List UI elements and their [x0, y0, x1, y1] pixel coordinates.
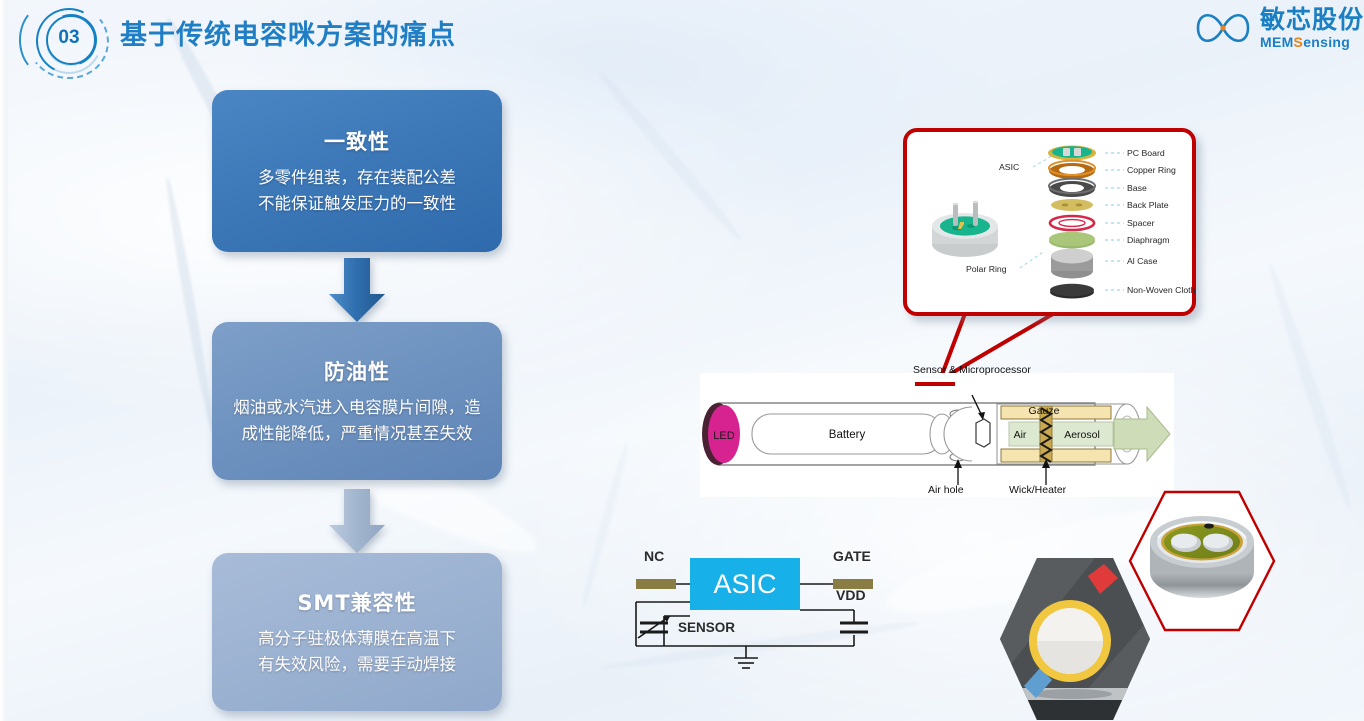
stack-label-pc-board: PC Board: [1127, 148, 1165, 158]
card-2-line-2: 成性能降低，严重情况甚至失效: [241, 423, 473, 443]
logo-en-part1: MEM: [1259, 34, 1294, 50]
background-vein: [1264, 260, 1356, 512]
background-vein: [594, 67, 746, 245]
stack-label-copper-ring: Copper Ring: [1127, 165, 1176, 175]
ecigarette-schematic: LED Gauze Air Aerosol Battery: [702, 394, 1171, 485]
card-2-line-1: 烟油或水汽进入电容膜片间隙，造: [233, 397, 481, 417]
asic-chip: ASIC: [690, 558, 800, 610]
ecig-label-sensor: Sensor & Microprocessor: [913, 364, 1031, 376]
logo-english-name: MEMSensing: [1260, 35, 1364, 49]
card-3-line-1: 高分子驻极体薄膜在高温下: [258, 628, 456, 648]
left-edge-strip: [0, 0, 8, 721]
pain-point-card-1[interactable]: 一致性 多零件组装，存在装配公差 不能保证触发压力的一致性: [212, 90, 502, 252]
stack-label-diaphragm: Diaphragm: [1127, 235, 1170, 245]
stack-label-back-plate: Back Plate: [1127, 200, 1169, 210]
ecig-battery-text: Battery: [829, 429, 866, 441]
circuit-label-vdd: VDD: [836, 587, 866, 603]
card-1-title: 一致性: [324, 129, 390, 154]
logo-en-part3: ensing: [1303, 34, 1351, 50]
slide-canvas: 03 基于传统电容咪方案的痛点 敏芯股份 MEMSensing 一致性 多零件组…: [0, 0, 1364, 721]
ecigarette-diagram: LED Gauze Air Aerosol Battery Sensor & M…: [700, 364, 1174, 497]
card-2-title: 防油性: [324, 359, 390, 384]
down-arrow-2: [329, 489, 385, 553]
pain-point-card-2[interactable]: 防油性 烟油或水汽进入电容膜片间隙，造 成性能降低，严重情况甚至失效: [212, 322, 502, 480]
company-logo: 敏芯股份 MEMSensing: [1194, 4, 1364, 52]
memsensing-mark-icon: [1196, 13, 1250, 43]
stack-label-al-case: Al Case: [1127, 256, 1158, 266]
sensor-red-underline: [915, 382, 955, 386]
circuit-label-sensor: SENSOR: [678, 620, 736, 635]
stack-label-spacer: Spacer: [1127, 218, 1155, 228]
circuit-label-gate: GATE: [833, 548, 871, 564]
ecig-label-air-hole: Air hole: [928, 484, 964, 496]
asic-circuit-diagram: ASIC NC GATE VDD SENSOR: [628, 540, 878, 680]
ecig-label-wick-heater: Wick/Heater: [1009, 484, 1067, 496]
callout-white-panel: ASIC Polar Ring PC Board Copper Ring Bas…: [915, 140, 1195, 304]
stack-label-non-woven-cloth: Non-Woven Cloth: [1127, 285, 1196, 295]
logo-chinese-name: 敏芯股份: [1259, 5, 1364, 34]
stack-label-base: Base: [1127, 183, 1147, 193]
ecig-aerosol-text: Aerosol: [1064, 429, 1100, 441]
ecig-gauze-text: Gauze: [1029, 405, 1060, 417]
circuit-label-nc: NC: [644, 548, 665, 564]
pain-point-card-3[interactable]: SMT兼容性 高分子驻极体薄膜在高温下 有失效风险，需要手动焊接: [212, 553, 502, 711]
mic-exploded-callout: ASIC Polar Ring PC Board Copper Ring Bas…: [903, 128, 1196, 316]
background-vein: [162, 176, 218, 434]
pin-pad-nc: [636, 579, 676, 589]
card-3-line-2: 有失效风险，需要手动焊接: [258, 654, 456, 674]
logo-en-part2: S: [1293, 34, 1304, 50]
card-1-line-2: 不能保证触发压力的一致性: [258, 193, 456, 213]
page-title: 基于传统电容咪方案的痛点: [120, 20, 456, 51]
section-badge: 03: [14, 0, 114, 85]
ecig-led-text: LED: [713, 430, 734, 442]
down-arrow-1: [329, 258, 385, 322]
badge-number: 03: [58, 27, 80, 48]
card-3-title: SMT兼容性: [297, 590, 417, 615]
hex-photo-mic-closeup: [1128, 490, 1276, 632]
ecig-air-text: Air: [1014, 429, 1027, 441]
background-vein: [578, 441, 632, 608]
slide-header: 03 基于传统电容咪方案的痛点 敏芯股份 MEMSensing: [0, 0, 1364, 85]
card-1-line-1: 多零件组装，存在装配公差: [258, 167, 456, 187]
